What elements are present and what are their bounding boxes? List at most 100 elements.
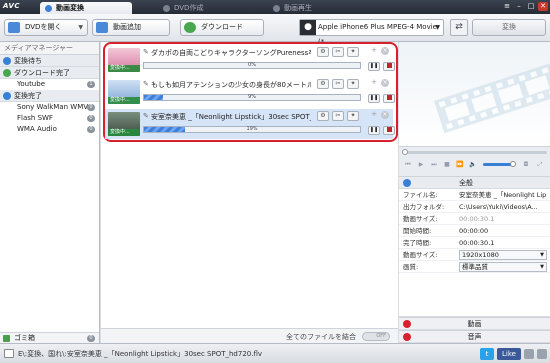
video-thumbnail: 変換中... xyxy=(108,80,140,104)
edit-icon[interactable]: ✎ xyxy=(143,112,149,120)
file-name-field[interactable]: 安室奈美恵 _「Neonlight Lip xyxy=(459,189,547,201)
audio-section-header[interactable]: 音声 xyxy=(399,330,550,342)
end-time-field[interactable]: 00:00:30.1 xyxy=(459,237,547,249)
pause-button[interactable]: ❚❚ xyxy=(368,62,380,71)
prev-icon[interactable]: ⏮ xyxy=(403,160,413,169)
swap-icon[interactable]: ⇄ xyxy=(450,19,468,36)
tab-play[interactable]: 動画再生 xyxy=(268,2,360,14)
settings-icon[interactable]: ⚙ xyxy=(317,47,329,57)
audio-section-label: 音声 xyxy=(467,333,482,341)
wrench-icon[interactable]: ✦ xyxy=(347,111,359,121)
stop-icon xyxy=(386,95,392,100)
seek-slider[interactable] xyxy=(402,149,547,155)
edit-icon[interactable]: ✎ xyxy=(143,48,149,56)
group-label: ダウンロード完了 xyxy=(14,69,70,77)
volume-icon[interactable]: 🔈 xyxy=(468,160,478,169)
play-icon[interactable]: ▶ xyxy=(416,160,426,169)
sidebar-item-sony-walkman[interactable]: Sony WalkMan WMV 0 xyxy=(0,102,99,113)
property-row: ファイル名: 安室奈美恵 _「Neonlight Lip xyxy=(399,189,550,201)
file-row[interactable]: 変換中... ✎ もしも如月アテンションの少女の身長が80メートル... ⚙ ✂… xyxy=(105,77,395,107)
settings-menu-icon[interactable]: ≡ xyxy=(502,2,512,11)
maximize-button[interactable]: □ xyxy=(526,2,536,11)
list-icon[interactable] xyxy=(537,349,547,359)
film-strip-icon xyxy=(433,60,550,134)
file-name: もしも如月アテンションの少女の身長が80メートル... xyxy=(151,81,311,89)
cut-icon[interactable]: ✂ xyxy=(332,111,344,121)
convert-button[interactable]: 変換 xyxy=(472,19,546,36)
merge-toggle[interactable]: OFF xyxy=(362,332,390,341)
download-button[interactable]: ダウンロード xyxy=(180,19,264,36)
tab-dvd[interactable]: DVD作成 xyxy=(158,2,250,14)
edit-icon[interactable]: ✎ xyxy=(143,80,149,88)
tab-convert[interactable]: 動画変換 xyxy=(40,2,132,14)
remove-icon[interactable]: × xyxy=(381,79,389,87)
video-section-header[interactable]: 動画 xyxy=(399,317,550,329)
snapshot-icon[interactable]: ◘ xyxy=(521,160,531,169)
stop-button[interactable] xyxy=(383,126,395,135)
property-key: 開始時間: xyxy=(403,227,432,235)
remove-icon[interactable]: × xyxy=(381,111,389,119)
settings-icon[interactable]: ⚙ xyxy=(317,111,329,121)
stop-button[interactable] xyxy=(383,62,395,71)
output-folder-field[interactable]: C:\Users\Yuki\Videos\A... xyxy=(459,201,547,213)
merge-bar: 全てのファイルを結合 OFF xyxy=(101,328,398,343)
wrench-icon[interactable]: ✦ xyxy=(347,47,359,57)
stop-icon[interactable]: ■ xyxy=(442,160,452,169)
count-badge: 0 xyxy=(87,104,95,111)
minimize-button[interactable]: – xyxy=(514,2,524,11)
volume-slider[interactable] xyxy=(483,161,516,167)
pause-button[interactable]: ❚❚ xyxy=(368,94,380,103)
group-label: 変換待ち xyxy=(14,57,42,65)
next-icon[interactable]: ⏭ xyxy=(429,160,439,169)
resolution-select[interactable]: 1920x1080 ▼ xyxy=(459,250,547,260)
sidebar-group-downloaded[interactable]: ダウンロード完了 xyxy=(0,67,99,79)
add-video-button[interactable]: 動画追加 xyxy=(92,19,170,36)
quality-select[interactable]: 標準品質 ▼ xyxy=(459,262,547,272)
play-tab-icon xyxy=(273,5,280,12)
twitter-button[interactable]: t xyxy=(480,348,494,360)
trash-item[interactable]: ゴミ箱 0 xyxy=(0,332,99,343)
wrench-icon[interactable]: ✦ xyxy=(347,79,359,89)
remove-icon[interactable]: × xyxy=(381,47,389,55)
volume-handle[interactable] xyxy=(510,161,516,167)
sidebar-item-flash-swf[interactable]: Flash SWF 0 xyxy=(0,113,99,124)
expand-icon[interactable]: + xyxy=(371,46,377,54)
item-label: Sony WalkMan WMV xyxy=(17,103,89,111)
file-row[interactable]: 変換中... ✎ 安室奈美恵 _「Neonlight Lipstick」30se… xyxy=(105,109,395,139)
properties-header[interactable]: 全般 xyxy=(399,177,550,189)
close-button[interactable]: ✕ xyxy=(538,2,548,11)
expand-icon[interactable]: + xyxy=(371,110,377,118)
file-row[interactable]: 変換中... ✎ ダカポの自両こどりキャラクターソングPureness卒... … xyxy=(105,45,395,75)
audio-section-icon xyxy=(403,333,411,341)
fullscreen-icon[interactable]: ⤢ xyxy=(535,160,545,169)
facebook-like-button[interactable]: Like xyxy=(497,348,521,360)
status-text: E\:変換、国れ\:安室奈美恵 _「Neonlight Lipstick」30s… xyxy=(18,350,263,358)
sidebar-item-youtube[interactable]: Youtube 1 xyxy=(0,79,99,90)
pause-button[interactable]: ❚❚ xyxy=(368,126,380,135)
sidebar-item-wma-audio[interactable]: WMA Audio 0 xyxy=(0,124,99,135)
stop-button[interactable] xyxy=(383,94,395,103)
seek-handle[interactable] xyxy=(402,149,408,155)
thumbnail-status: 変換中... xyxy=(108,129,140,136)
properties-header-label: 全般 xyxy=(459,179,473,187)
download-label: ダウンロード xyxy=(201,23,243,31)
expand-icon[interactable]: + xyxy=(371,78,377,86)
cut-icon[interactable]: ✂ xyxy=(332,79,344,89)
open-dvd-button[interactable]: DVDを開く ▼ xyxy=(4,19,88,36)
thumbnail-status: 変換中... xyxy=(108,97,140,104)
start-time-field[interactable]: 00:00:00 xyxy=(459,225,547,237)
sidebar-group-converted[interactable]: 変換完了 xyxy=(0,90,99,102)
chevron-down-icon[interactable]: ▼ xyxy=(78,20,83,35)
count-badge: 1 xyxy=(87,81,95,88)
cut-icon[interactable]: ✂ xyxy=(332,47,344,57)
app-logo: AVC xyxy=(3,2,20,10)
download-icon xyxy=(3,69,11,77)
step-icon[interactable]: ⏩ xyxy=(455,160,465,169)
folder-icon[interactable] xyxy=(524,349,534,359)
settings-icon[interactable]: ⚙ xyxy=(317,79,329,89)
sidebar-group-pending[interactable]: 変換待ち xyxy=(0,55,99,67)
chevron-down-icon: ▼ xyxy=(540,252,544,258)
output-profile-select[interactable]: ● Apple iPhone6 Plus MPEG-4 Movie (*... … xyxy=(299,19,444,46)
property-key: 動画サイズ: xyxy=(403,215,438,223)
item-label: WMA Audio xyxy=(17,125,57,133)
